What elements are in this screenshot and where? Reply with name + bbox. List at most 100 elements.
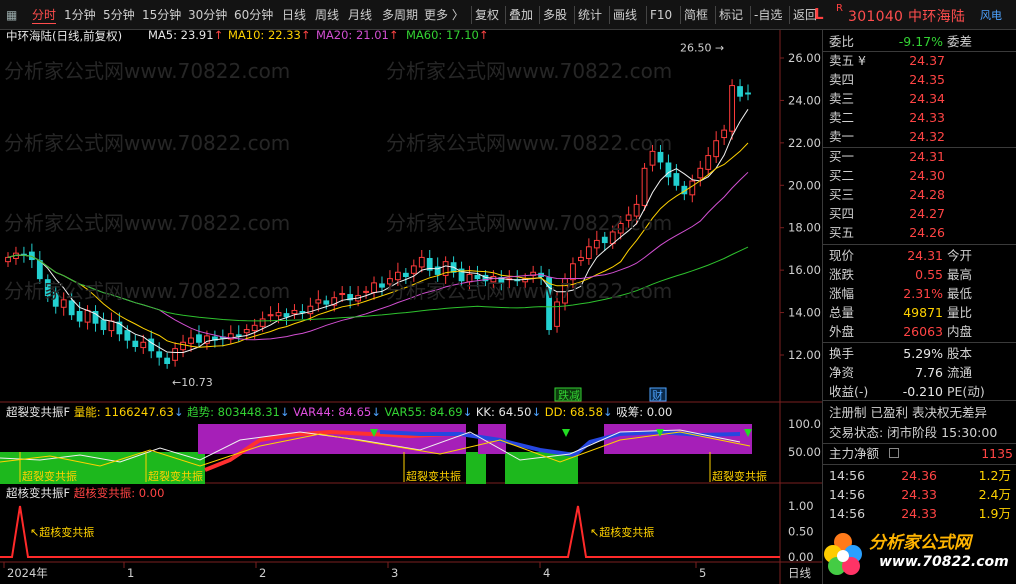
stock-code-name[interactable]: 301040 中环海陆 xyxy=(848,6,965,26)
var55-value: VAR55: 84.69 xyxy=(384,405,463,419)
tool-button[interactable]: 统计 xyxy=(578,6,602,24)
price-tick-label: 14.00 xyxy=(788,306,821,320)
quote-value: 26063 xyxy=(903,324,943,339)
quote-label: 现价 xyxy=(829,248,855,263)
indicator1-legend: 超裂变共振F 量能: 1166247.63↓ 趋势: 803448.31↓ VA… xyxy=(6,404,673,419)
quote-row: 委比 -9.17% 委差 xyxy=(823,32,1016,51)
main-net-label: 主力净额 xyxy=(829,446,880,461)
quote-label: 流通 xyxy=(947,365,973,380)
quote-label: 最高 xyxy=(947,267,973,282)
indicator2-legend: 超核变共振F 超核变共振: 0.00 xyxy=(6,485,164,500)
main-net-row[interactable]: 主力净额 1135 xyxy=(823,444,1016,463)
candle-body xyxy=(402,272,409,278)
sector-tag[interactable]: 风电 xyxy=(980,7,1002,23)
time-tick-label: 1 xyxy=(127,566,134,580)
period-tab[interactable]: 1分钟 xyxy=(64,6,96,24)
tick-time: 14:56 xyxy=(829,468,866,483)
price-tick-label: 18.00 xyxy=(788,221,821,235)
down-arrow-icon: ↓ xyxy=(371,405,381,419)
quote-value: 2.31% xyxy=(903,286,943,301)
ma10-value: MA10: 22.33 xyxy=(228,28,301,42)
indicator-tick-label: 50.00 xyxy=(788,445,821,459)
stock-header: L R 301040 中环海陆 风电 xyxy=(810,3,1016,27)
candle-body xyxy=(172,348,178,361)
kline-chart-area[interactable]: 26.00 24.00 22.00 20.00 18.00 16.00 14.00 12.00… xyxy=(0,28,822,584)
quote-label: 股本 xyxy=(947,346,973,361)
quote-divider xyxy=(823,464,1016,465)
quote-value: 24.31 xyxy=(909,149,945,164)
quote-divider xyxy=(823,342,1016,343)
candle-body xyxy=(593,239,600,249)
tool-button[interactable]: 简框 xyxy=(684,6,708,24)
quote-label: 量比 xyxy=(947,305,973,320)
tool-button[interactable]: 标记 xyxy=(719,6,743,24)
period-tab[interactable]: 30分钟 xyxy=(188,6,227,24)
registration-info: 注册制 已盈利 表决权无差异 xyxy=(829,405,987,420)
candle-body xyxy=(585,246,592,259)
time-tick-label: 3 xyxy=(391,566,398,580)
toolbar-divider xyxy=(505,6,506,24)
market-badge: L xyxy=(814,5,824,23)
signal-block-green xyxy=(505,452,578,484)
quote-row: 换手 5.29% 股本 xyxy=(823,344,1016,363)
period-tab[interactable]: 更多 〉 xyxy=(424,6,464,24)
candle-body xyxy=(371,282,377,293)
price-tick-label: 26.00 xyxy=(788,51,821,65)
grid-menu-icon[interactable]: ▦ xyxy=(6,6,17,24)
signal-label: 超裂变共振 xyxy=(406,469,461,483)
tick-row: 14:56 24.36 1.2万 xyxy=(823,466,1016,485)
candle-body xyxy=(164,357,171,364)
period-tab[interactable]: 多周期 xyxy=(382,6,418,24)
tool-button[interactable]: 叠加 xyxy=(509,6,533,24)
quote-value: 24.27 xyxy=(909,206,945,221)
tool-button[interactable]: 复权 xyxy=(475,6,499,24)
candle-body xyxy=(251,324,258,332)
event-tag-label: 跌减 xyxy=(558,388,580,402)
candle-body xyxy=(243,329,250,334)
core-signal-label: ↖超核变共振 xyxy=(590,525,654,539)
quote-label: 委差 xyxy=(947,34,973,49)
low-price-label: ←10.73 xyxy=(172,376,213,389)
tool-button[interactable]: F10 xyxy=(650,6,672,24)
quote-value: 24.37 xyxy=(909,53,945,68)
quote-label: 委比 xyxy=(829,34,855,49)
xichou-value: 吸筹: 0.00 xyxy=(616,405,673,419)
registration-badge: R xyxy=(836,3,843,14)
watermark-text: 分析家公式网www.70822.com xyxy=(386,131,672,155)
toolbar-divider xyxy=(680,6,681,24)
watermark-text: 分析家公式网www.70822.com xyxy=(4,59,290,83)
toolbar-divider xyxy=(789,6,790,24)
period-tab[interactable]: 60分钟 xyxy=(234,6,273,24)
period-tab[interactable]: 日线 xyxy=(282,6,306,24)
period-tab[interactable]: 5分钟 xyxy=(103,6,135,24)
toolbar-divider xyxy=(646,6,647,24)
quote-row: 净资 7.76 流通 xyxy=(823,363,1016,382)
quote-row: 卖四 24.35 xyxy=(823,70,1016,89)
time-tick-label: 2 xyxy=(259,566,266,580)
tool-button[interactable]: 多股 xyxy=(543,6,567,24)
price-tick-label: 12.00 xyxy=(788,348,821,362)
candle-body xyxy=(339,292,346,296)
tick-time: 14:56 xyxy=(829,487,866,502)
trade-status-row: 交易状态: 闭市阶段 15:30:00 xyxy=(823,423,1016,442)
quote-row: 买四 24.27 xyxy=(823,204,1016,223)
candle-body xyxy=(156,351,163,358)
period-tab[interactable]: 月线 xyxy=(348,6,372,24)
period-tab[interactable]: 周线 xyxy=(315,6,339,24)
period-tab[interactable]: 15分钟 xyxy=(142,6,181,24)
period-tab[interactable]: 分时 xyxy=(32,6,57,24)
quote-value: 24.32 xyxy=(909,129,945,144)
chart-toggle-icon[interactable] xyxy=(889,448,899,458)
stock-period-label: 中环海陆(日线,前复权) xyxy=(6,29,123,43)
site-logo: 分析家公式网 www.70822.com xyxy=(823,520,1016,584)
toolbar-divider xyxy=(539,6,540,24)
tool-button[interactable]: -自选 xyxy=(754,6,782,24)
candle-body xyxy=(84,309,91,323)
chart-canvas[interactable]: 26.0024.0022.0020.0018.0016.0014.0012.00… xyxy=(0,30,822,584)
toolbar-divider xyxy=(471,6,472,24)
quote-label: 卖二 xyxy=(829,110,855,125)
core-signal-label: ↖超核变共振 xyxy=(30,525,94,539)
quote-panel: 委比 -9.17% 委差 卖五 ¥ 24.37 卖四 24.35 卖三 24.34 卖二 24.33… xyxy=(822,30,1016,584)
core-signal-line xyxy=(0,505,780,558)
tool-button[interactable]: 画线 xyxy=(613,6,637,24)
